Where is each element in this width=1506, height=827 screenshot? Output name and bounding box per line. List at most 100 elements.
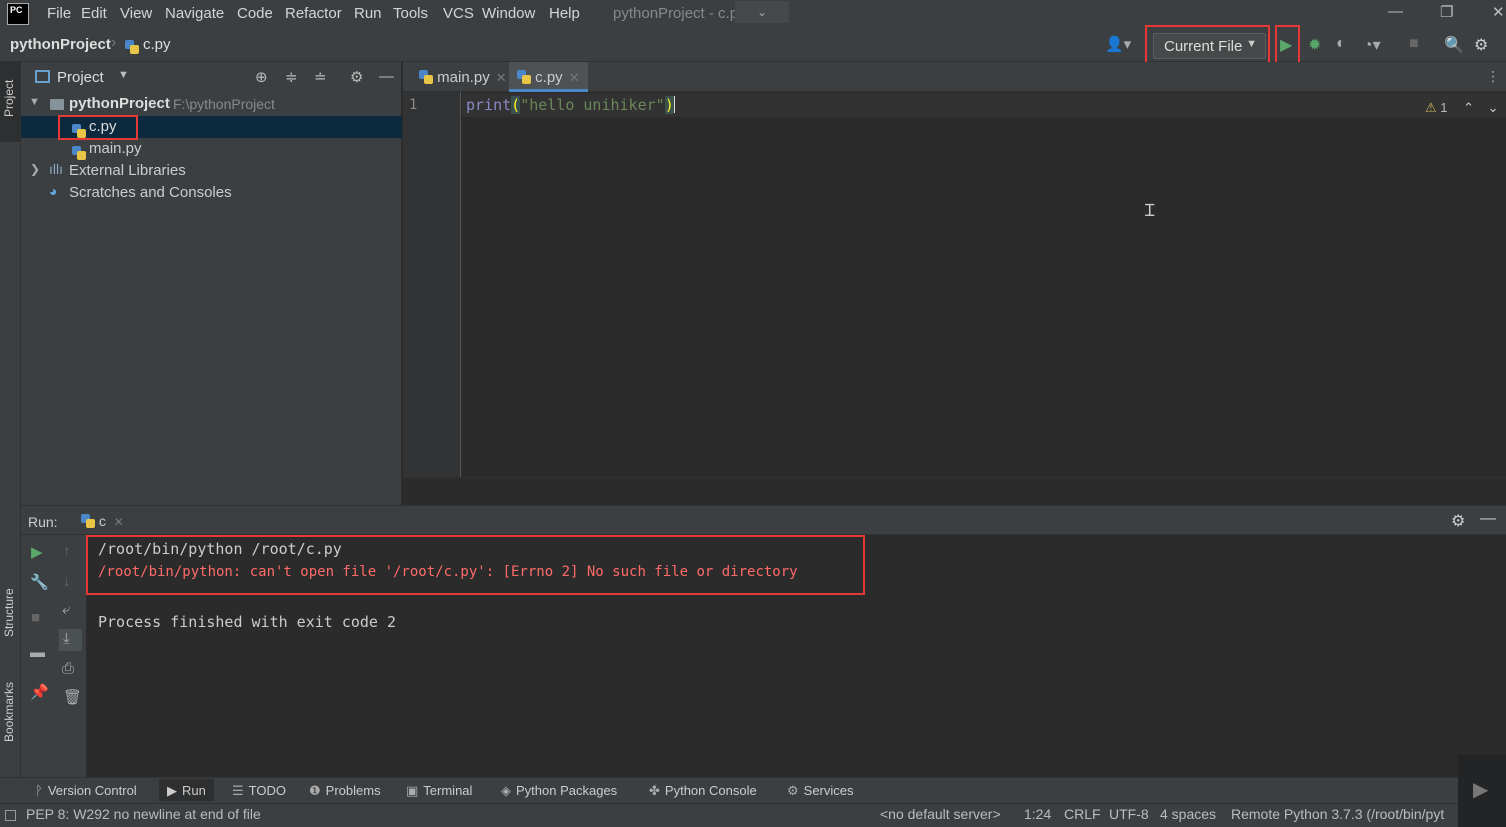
editor-tab-active[interactable]: c.py ✕ [509, 62, 588, 92]
inspection-widget[interactable]: ⚠ 1 ⌃ ⌄ [1425, 100, 1499, 116]
wrench-icon[interactable]: 🔧 [30, 573, 49, 591]
video-play-icon[interactable]: ▶ [1473, 777, 1488, 802]
coverage-icon[interactable]: ◐ [1336, 35, 1346, 53]
editor-tab-main[interactable]: main.py ✕ [411, 62, 515, 92]
arrow-down-icon[interactable]: ↓ [63, 573, 71, 590]
tree-row-scratches[interactable]: ◕ Scratches and Consoles [21, 182, 402, 204]
breadcrumb-file[interactable]: c.py [143, 36, 171, 53]
code-editor[interactable]: 1 print("hello unihiker") ⚠ 1 ⌃ ⌄ Ɪ [403, 92, 1506, 477]
chevron-down-icon[interactable]: ▼ [118, 69, 129, 81]
run-settings-gear-icon[interactable]: ⚙ [1451, 511, 1465, 531]
menu-code[interactable]: Code [237, 5, 273, 22]
bottom-tab-python-console[interactable]: ✤ Python Console [649, 783, 757, 799]
menu-vcs[interactable]: VCS [443, 5, 474, 22]
run-console[interactable]: /root/bin/python /root/c.py /root/bin/py… [86, 535, 1506, 777]
expand-arrow-icon[interactable]: ▼ [29, 96, 40, 108]
status-line-separator[interactable]: CRLF [1064, 806, 1101, 822]
scroll-to-end-icon[interactable]: ⤓ [63, 630, 70, 647]
collapse-all-icon[interactable]: ≐ [314, 68, 327, 86]
menu-refactor[interactable]: Refactor [285, 5, 342, 22]
menu-file[interactable]: File [47, 5, 71, 22]
menu-navigate[interactable]: Navigate [165, 5, 224, 22]
tree-row-project-root[interactable]: ▼ pythonProject F:\pythonProject [21, 93, 402, 115]
chevron-up-icon[interactable]: ⌃ [1463, 100, 1474, 115]
app-logo: PC [7, 3, 29, 25]
print-icon[interactable]: ⎙ [62, 660, 74, 677]
more-options-icon[interactable]: ⋮ [1486, 68, 1500, 85]
chevron-down-icon[interactable]: ⌄ [1488, 100, 1499, 115]
bottom-tab-label: Python Packages [516, 783, 618, 798]
bottom-tab-todo[interactable]: ☰ TODO [232, 783, 286, 799]
trash-icon[interactable]: 🗑 [63, 688, 82, 706]
bottom-tab-label: TODO [248, 783, 286, 798]
side-tab-project[interactable]: Project [2, 80, 16, 117]
python-file-icon [81, 514, 95, 528]
settings-gear-icon[interactable]: ⚙ [1474, 35, 1488, 55]
status-server[interactable]: <no default server> [880, 806, 1001, 822]
expand-all-icon[interactable]: ≑ [285, 68, 298, 86]
hide-panel-icon[interactable]: — [1480, 510, 1496, 528]
close-tab-icon[interactable]: ✕ [496, 70, 507, 85]
bottom-tab-problems[interactable]: ❶ Problems [309, 783, 381, 799]
menu-view[interactable]: View [120, 5, 152, 22]
stop-icon[interactable]: ■ [31, 609, 40, 626]
close-tab-icon[interactable]: ✕ [114, 515, 124, 529]
mouse-text-cursor-icon: Ɪ [1145, 201, 1155, 220]
profile-icon[interactable]: ◔▾ [1363, 35, 1381, 55]
layout-icon[interactable]: ▬ [30, 644, 45, 661]
debug-bug-icon[interactable]: ✹ [1308, 35, 1321, 55]
status-cursor-position[interactable]: 1:24 [1024, 806, 1051, 822]
python-file-icon [72, 146, 86, 160]
tree-row-external-libraries[interactable]: ❯ ıllı External Libraries [21, 160, 402, 182]
close-tab-icon[interactable]: ✕ [569, 70, 580, 85]
expand-arrow-icon[interactable]: ❯ [30, 162, 40, 176]
project-panel-title[interactable]: Project [57, 69, 104, 86]
tree-row-file[interactable]: main.py [21, 138, 402, 160]
breadcrumb-project[interactable]: pythonProject [10, 36, 111, 53]
pin-icon[interactable]: 📌 [30, 683, 49, 701]
bottom-tab-python-packages[interactable]: ◈ Python Packages [501, 783, 617, 799]
soft-wrap-icon[interactable]: ⤶ [62, 601, 70, 618]
bottom-tab-version-control[interactable]: ᚹ Version Control [35, 783, 137, 798]
status-toggle-icon[interactable] [5, 810, 16, 821]
menu-window[interactable]: Window [482, 5, 535, 22]
bottom-tab-run[interactable]: ▶ Run [159, 779, 214, 801]
menu-tools[interactable]: Tools [393, 5, 428, 22]
code-paren-close: ) [664, 96, 674, 114]
menu-help[interactable]: Help [549, 5, 580, 22]
bottom-tab-label: Problems [325, 783, 381, 798]
status-indent[interactable]: 4 spaces [1160, 806, 1216, 822]
minimize-button[interactable]: — [1388, 3, 1403, 20]
search-icon[interactable]: 🔍 [1444, 35, 1464, 55]
status-encoding[interactable]: UTF-8 [1109, 806, 1149, 822]
close-window-button[interactable]: ✕ [1492, 3, 1505, 21]
editor-tab-label: c.py [535, 69, 563, 86]
highlight-box-console-error [86, 535, 865, 595]
title-dropdown-button[interactable]: ⌄ [735, 1, 789, 23]
side-tab-bookmarks[interactable]: Bookmarks [2, 682, 16, 742]
status-message[interactable]: PEP 8: W292 no newline at end of file [26, 806, 261, 822]
rerun-icon[interactable]: ▶ [31, 543, 43, 561]
status-interpreter[interactable]: Remote Python 3.7.3 (/root/bin/pyt [1231, 806, 1461, 822]
stop-icon[interactable]: ■ [1409, 35, 1419, 53]
side-tab-structure[interactable]: Structure [2, 588, 16, 637]
menu-run[interactable]: Run [354, 5, 382, 22]
code-line[interactable]: print("hello unihiker") [466, 96, 675, 114]
run-tab[interactable]: c ✕ [73, 509, 132, 534]
overlay-corner-widget[interactable]: ▶ [1458, 755, 1506, 827]
restore-button[interactable]: ❐ [1440, 3, 1453, 21]
arrow-up-icon[interactable]: ↑ [63, 543, 71, 560]
locate-target-icon[interactable]: ⊕ [255, 68, 268, 86]
bottom-tab-services[interactable]: ⚙ Services [787, 783, 854, 799]
python-file-icon [125, 40, 139, 54]
navigation-bar: pythonProject › c.py 👤▾ Current File ▼ ▶… [0, 25, 1506, 66]
project-panel-header: Project ▼ ⊕ ≑ ≐ ⚙ — [21, 62, 402, 93]
services-icon: ⚙ [787, 783, 799, 798]
editor-tab-bar: main.py ✕ c.py ✕ ⋮ [403, 62, 1506, 92]
hide-panel-icon[interactable]: — [379, 68, 394, 85]
menu-edit[interactable]: Edit [81, 5, 107, 22]
panel-settings-gear-icon[interactable]: ⚙ [350, 68, 363, 86]
user-icon[interactable]: 👤▾ [1105, 35, 1131, 53]
packages-layers-icon: ◈ [501, 783, 511, 798]
bottom-tab-terminal[interactable]: ▣ Terminal [406, 783, 472, 799]
